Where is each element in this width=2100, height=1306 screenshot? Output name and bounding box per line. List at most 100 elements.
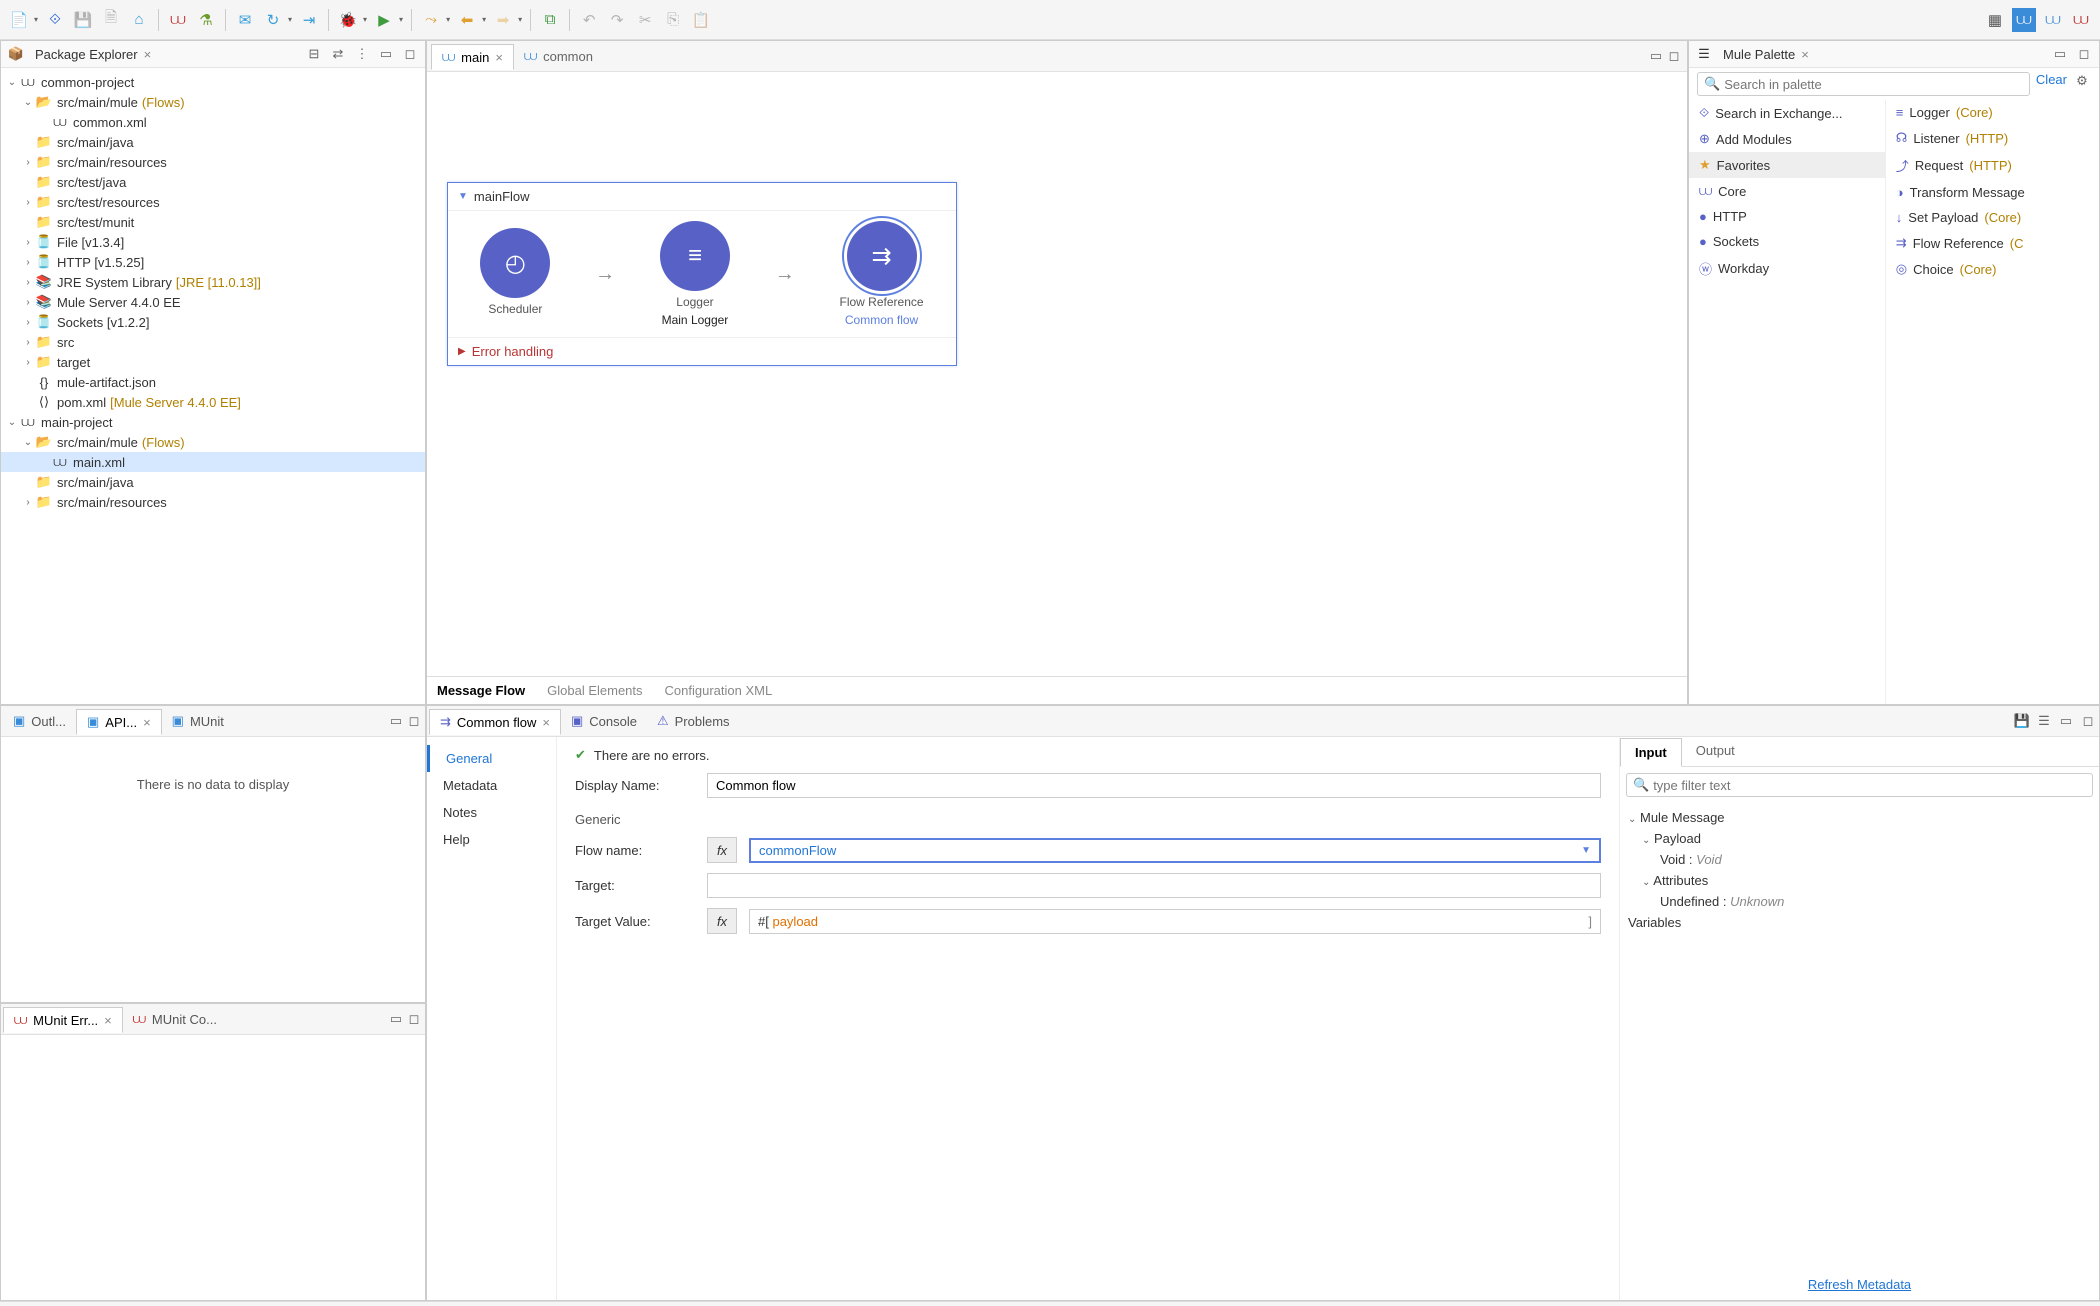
perspective-switcher-icon[interactable]: ▦ xyxy=(1984,9,2006,31)
tree-item[interactable]: 📁src/test/java xyxy=(1,172,425,192)
max-icon[interactable]: ◻ xyxy=(405,712,423,730)
palette-search[interactable]: 🔍 xyxy=(1697,72,2030,96)
target-input[interactable] xyxy=(707,873,1601,898)
io-tree-item[interactable]: Variables xyxy=(1624,912,2095,933)
palette-category[interactable]: ⊕Add Modules xyxy=(1689,126,1885,152)
tree-item[interactable]: {}mule-artifact.json xyxy=(1,372,425,392)
chevron-right-icon[interactable]: ▶ xyxy=(458,346,466,357)
tree-item[interactable]: ›🫙File [v1.3.4] xyxy=(1,232,425,252)
chevron-down-icon[interactable]: ▼ xyxy=(1581,845,1591,856)
skip-icon[interactable]: ⤳ xyxy=(420,9,442,31)
tree-item[interactable]: ›📁src/main/resources xyxy=(1,152,425,172)
io-tree-item[interactable]: ⌄ Payload xyxy=(1624,828,2095,849)
io-tab[interactable]: Input xyxy=(1620,738,1682,767)
step-icon[interactable]: ⇥ xyxy=(298,9,320,31)
io-tree-item[interactable]: Undefined : Unknown xyxy=(1624,891,2095,912)
persp1-icon[interactable]: ⩊ xyxy=(2012,8,2036,32)
persp3-icon[interactable]: ⩊ xyxy=(2070,9,2092,31)
tree-item[interactable]: ›🫙HTTP [v1.5.25] xyxy=(1,252,425,272)
tree-item[interactable]: ›🫙Sockets [v1.2.2] xyxy=(1,312,425,332)
display-name-input[interactable] xyxy=(707,773,1601,798)
view-tab[interactable]: ▣Outl... xyxy=(3,708,76,734)
io-tree-item[interactable]: Void : Void xyxy=(1624,849,2095,870)
palette-item[interactable]: ≡Logger(Core) xyxy=(1886,100,2099,125)
min-icon[interactable]: ▭ xyxy=(377,45,395,63)
palette-item[interactable]: ⇉Flow Reference(C xyxy=(1886,230,2099,256)
palette-category[interactable]: ⩊Core xyxy=(1689,178,1885,204)
new-icon[interactable]: 📄 xyxy=(8,9,30,31)
tree-item[interactable]: ›📁src xyxy=(1,332,425,352)
redo-icon[interactable]: ↷ xyxy=(606,9,628,31)
max-icon[interactable]: ◻ xyxy=(405,1010,423,1028)
tree-item[interactable]: ›📁src/main/resources xyxy=(1,492,425,512)
flow-node[interactable]: ≡LoggerMain Logger xyxy=(660,221,730,327)
flow-container[interactable]: ▼ mainFlow ◴Scheduler→≡LoggerMain Logger… xyxy=(447,182,957,366)
palette-item[interactable]: ◑Transform Message xyxy=(1886,180,2099,205)
flow-name-combo[interactable]: commonFlow ▼ xyxy=(749,838,1601,863)
view-tab[interactable]: ⩊MUnit Err... × xyxy=(3,1007,123,1033)
close-icon[interactable]: × xyxy=(1801,47,1809,62)
tree-item[interactable]: ⟨⟩pom.xml[Mule Server 4.4.0 EE] xyxy=(1,392,425,412)
io-filter-input[interactable] xyxy=(1653,778,2086,793)
undo-icon[interactable]: ↶ xyxy=(578,9,600,31)
io-tab[interactable]: Output xyxy=(1682,737,1749,766)
tree-item[interactable]: ⌄⩊main-project xyxy=(1,412,425,432)
munit-icon[interactable]: ⩊ xyxy=(167,9,189,31)
max-icon[interactable]: ◻ xyxy=(2079,712,2097,730)
io-tree-item[interactable]: ⌄ Mule Message xyxy=(1624,807,2095,828)
palette-search-input[interactable] xyxy=(1724,77,2023,92)
view-tab[interactable]: ▣MUnit xyxy=(162,708,234,734)
tree-item[interactable]: ⌄📂src/main/mule(Flows) xyxy=(1,432,425,452)
palette-item[interactable]: ⤴Request(HTTP) xyxy=(1886,151,2099,180)
flow-canvas[interactable]: ▼ mainFlow ◴Scheduler→≡LoggerMain Logger… xyxy=(427,72,1687,676)
props-section[interactable]: Help xyxy=(427,826,556,853)
flow-node[interactable]: ⇉Flow ReferenceCommon flow xyxy=(840,221,924,327)
chevron-down-icon[interactable]: ▼ xyxy=(458,191,468,202)
link-icon[interactable]: ⇄ xyxy=(329,45,347,63)
back-icon[interactable]: ⬅ xyxy=(456,9,478,31)
palette-item[interactable]: ↓Set Payload(Core) xyxy=(1886,205,2099,230)
view-tab[interactable]: ▣API... × xyxy=(76,709,162,735)
tree-item[interactable]: ›📁src/test/resources xyxy=(1,192,425,212)
tree-item[interactable]: 📁src/test/munit xyxy=(1,212,425,232)
refresh-icon[interactable]: ↻ xyxy=(262,9,284,31)
refresh-metadata-link[interactable]: Refresh Metadata xyxy=(1620,1269,2099,1300)
save-icon[interactable]: 💾 xyxy=(2013,712,2031,730)
max-icon[interactable]: ◻ xyxy=(401,45,419,63)
flask-icon[interactable]: ⚗ xyxy=(195,9,217,31)
palette-category[interactable]: ⓦWorkday xyxy=(1689,254,1885,283)
tree-item[interactable]: ⌄⩊common-project xyxy=(1,72,425,92)
min-icon[interactable]: ▭ xyxy=(2057,712,2075,730)
frame-icon[interactable]: ⋮ xyxy=(353,45,371,63)
editor-mode-tab[interactable]: Configuration XML xyxy=(665,683,773,698)
cut-icon[interactable]: ✂ xyxy=(634,9,656,31)
collapse-icon[interactable]: ⊟ xyxy=(305,45,323,63)
tree-item[interactable]: 📁src/main/java xyxy=(1,132,425,152)
editor-max-icon[interactable]: ◻ xyxy=(1665,47,1683,65)
props-section[interactable]: Metadata xyxy=(427,772,556,799)
mail-icon[interactable]: ✉ xyxy=(234,9,256,31)
tree-item[interactable]: ›📁target xyxy=(1,352,425,372)
view-tab[interactable]: ⩊MUnit Co... xyxy=(123,1006,227,1032)
props-tab[interactable]: ⇉Common flow × xyxy=(429,709,561,735)
saveall-icon[interactable]: 🗎 xyxy=(100,9,122,31)
filter-icon[interactable]: ☰ xyxy=(2035,712,2053,730)
newwindow-icon[interactable]: ⧉ xyxy=(539,9,561,31)
props-section[interactable]: General xyxy=(427,745,556,772)
fx-button[interactable]: fx xyxy=(707,837,737,863)
save-icon[interactable]: 💾 xyxy=(72,9,94,31)
palette-category[interactable]: ●Sockets xyxy=(1689,229,1885,254)
run-icon[interactable]: ▶ xyxy=(373,9,395,31)
persp2-icon[interactable]: ⩊ xyxy=(2042,9,2064,31)
palette-category[interactable]: ★Favorites xyxy=(1689,152,1885,178)
target-value-input[interactable]: #[ payload ] xyxy=(749,909,1601,934)
copy-icon[interactable]: ⎘ xyxy=(662,9,684,31)
editor-mode-tab[interactable]: Message Flow xyxy=(437,683,525,698)
fx-button[interactable]: fx xyxy=(707,908,737,934)
tree-item[interactable]: 📁src/main/java xyxy=(1,472,425,492)
palette-category[interactable]: ⟐Search in Exchange... xyxy=(1689,100,1885,126)
paste-icon[interactable]: 📋 xyxy=(690,9,712,31)
tree-item[interactable]: ⩊main.xml xyxy=(1,452,425,472)
flow-node[interactable]: ◴Scheduler xyxy=(480,228,550,320)
io-tree-item[interactable]: ⌄ Attributes xyxy=(1624,870,2095,891)
